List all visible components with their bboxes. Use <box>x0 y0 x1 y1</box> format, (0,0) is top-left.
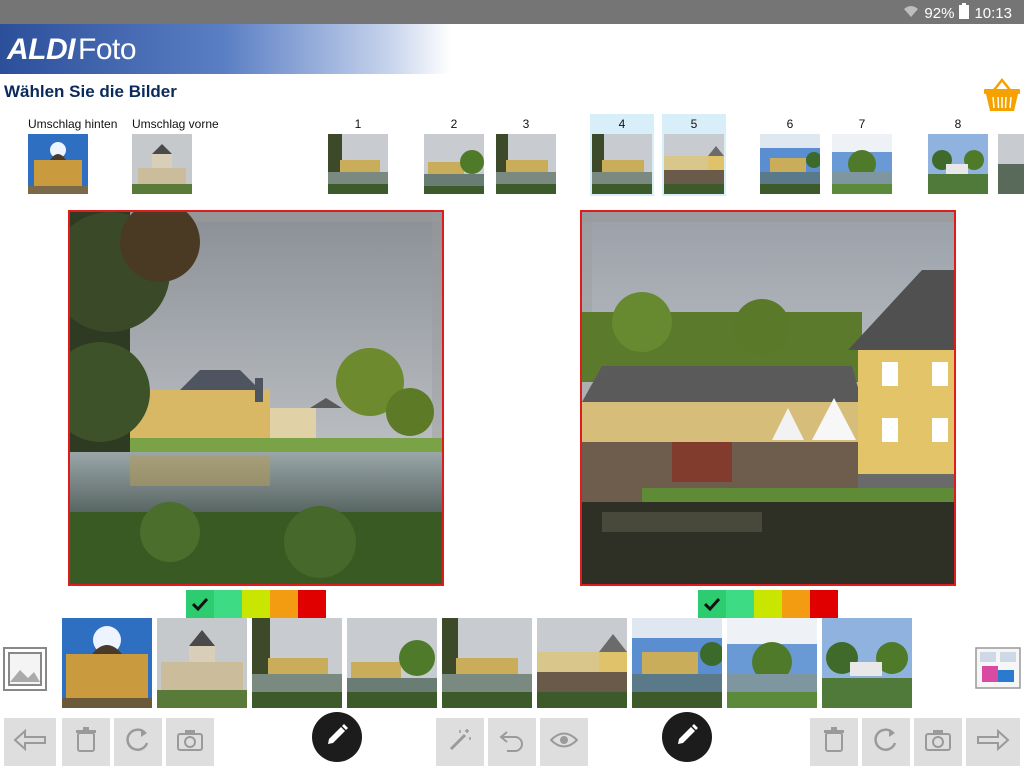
page-thumb-8[interactable]: 8 <box>926 114 990 194</box>
page-thumb-4[interactable]: 4 <box>590 114 654 196</box>
basket-icon[interactable] <box>982 77 1022 114</box>
page-thumb-9-partial[interactable] <box>998 114 1024 194</box>
quality-level <box>242 590 270 618</box>
strip-photo-9[interactable] <box>822 618 912 708</box>
cover-back[interactable]: Umschlag hinten <box>28 114 117 194</box>
strip-photo-4[interactable] <box>347 618 437 708</box>
image-frame-icon[interactable] <box>0 644 50 694</box>
trash-icon <box>823 726 845 758</box>
auto-enhance-button[interactable] <box>436 718 484 766</box>
rotate-icon <box>873 727 899 758</box>
page-thumbnail[interactable] <box>496 134 556 194</box>
page-thumb-7[interactable]: 7 <box>830 114 894 194</box>
layout-template-icon[interactable] <box>974 644 1022 692</box>
undo-button[interactable] <box>488 718 536 766</box>
quality-level <box>726 590 754 618</box>
castle-courtyard-photo <box>582 212 954 584</box>
quality-level <box>754 590 782 618</box>
check-icon <box>186 590 214 618</box>
check-icon <box>698 590 726 618</box>
page-photo-right[interactable] <box>580 210 956 586</box>
page-thumbnail[interactable] <box>328 134 388 194</box>
strip-photo-2[interactable] <box>157 618 247 708</box>
delete-left-button[interactable] <box>62 718 110 766</box>
wifi-icon <box>903 4 919 22</box>
edit-right-button[interactable] <box>662 712 712 762</box>
edit-left-button[interactable] <box>312 712 362 762</box>
battery-icon <box>959 3 970 23</box>
cover-front-label: Umschlag vorne <box>132 117 219 131</box>
trash-icon <box>75 726 97 758</box>
camera-left-button[interactable] <box>166 718 214 766</box>
cover-front[interactable]: Umschlag vorne <box>132 114 219 194</box>
status-bar: 92% 10:13 <box>0 0 1024 24</box>
page-number: 3 <box>522 117 530 131</box>
page-number: 1 <box>354 117 362 131</box>
strip-photo-3[interactable] <box>252 618 342 708</box>
pencil-icon <box>325 723 349 752</box>
logo-light: Foto <box>78 33 137 66</box>
quality-indicator-right <box>698 590 838 618</box>
page-thumbnail[interactable] <box>832 134 892 194</box>
page-photo-left[interactable] <box>68 210 444 586</box>
undo-icon <box>499 728 525 757</box>
page-thumbnail[interactable] <box>760 134 820 194</box>
page-number: 2 <box>450 117 458 131</box>
app-header: ALDI Foto <box>0 24 1024 74</box>
cover-front-thumbnail[interactable] <box>132 134 192 194</box>
strip-photo-6[interactable] <box>537 618 627 708</box>
back-button[interactable] <box>4 718 56 766</box>
page-title: Wählen Sie die Bilder <box>4 82 177 101</box>
page-thumbnail[interactable] <box>664 134 724 194</box>
page-thumbnail[interactable] <box>424 134 484 194</box>
quality-level <box>810 590 838 618</box>
camera-icon <box>925 729 951 756</box>
page-number: 5 <box>662 114 726 134</box>
battery-percent: 92% <box>924 4 955 22</box>
camera-icon <box>177 729 203 756</box>
clock: 10:13 <box>974 4 1012 22</box>
photo-strip <box>62 618 912 708</box>
page-thumbnail[interactable] <box>998 134 1024 194</box>
quality-level <box>270 590 298 618</box>
magic-wand-icon <box>447 727 473 758</box>
cover-back-thumbnail[interactable] <box>28 134 88 194</box>
rotate-icon <box>125 727 151 758</box>
arrow-left-icon <box>13 728 47 756</box>
logo-bold: ALDI <box>7 33 76 66</box>
page-thumbnail[interactable] <box>928 134 988 194</box>
cover-back-label: Umschlag hinten <box>28 117 118 131</box>
eye-icon <box>549 731 579 754</box>
strip-photo-7[interactable] <box>632 618 722 708</box>
pencil-icon <box>675 723 699 752</box>
delete-right-button[interactable] <box>810 718 858 766</box>
rotate-right-button[interactable] <box>862 718 910 766</box>
quality-level <box>782 590 810 618</box>
page-thumb-2[interactable]: 2 <box>422 114 486 194</box>
page-number: 8 <box>954 117 962 131</box>
aldi-foto-logo: ALDI Foto <box>7 33 137 67</box>
page-thumb-6[interactable]: 6 <box>758 114 822 194</box>
castle-reflection-photo <box>70 212 442 584</box>
arrow-right-icon <box>976 728 1010 756</box>
page-number: 4 <box>590 114 654 134</box>
page-thumb-5[interactable]: 5 <box>662 114 726 196</box>
page-number: 7 <box>858 117 866 131</box>
page-thumb-3[interactable]: 3 <box>494 114 558 194</box>
quality-level <box>298 590 326 618</box>
quality-indicator-left <box>186 590 326 618</box>
page-thumbnail[interactable] <box>592 134 652 194</box>
strip-photo-1[interactable] <box>62 618 152 708</box>
strip-photo-8[interactable] <box>727 618 817 708</box>
forward-button[interactable] <box>966 718 1020 766</box>
camera-right-button[interactable] <box>914 718 962 766</box>
preview-button[interactable] <box>540 718 588 766</box>
page-number: 6 <box>786 117 794 131</box>
page-thumb-1[interactable]: 1 <box>326 114 390 194</box>
strip-photo-5[interactable] <box>442 618 532 708</box>
quality-level <box>214 590 242 618</box>
rotate-left-button[interactable] <box>114 718 162 766</box>
